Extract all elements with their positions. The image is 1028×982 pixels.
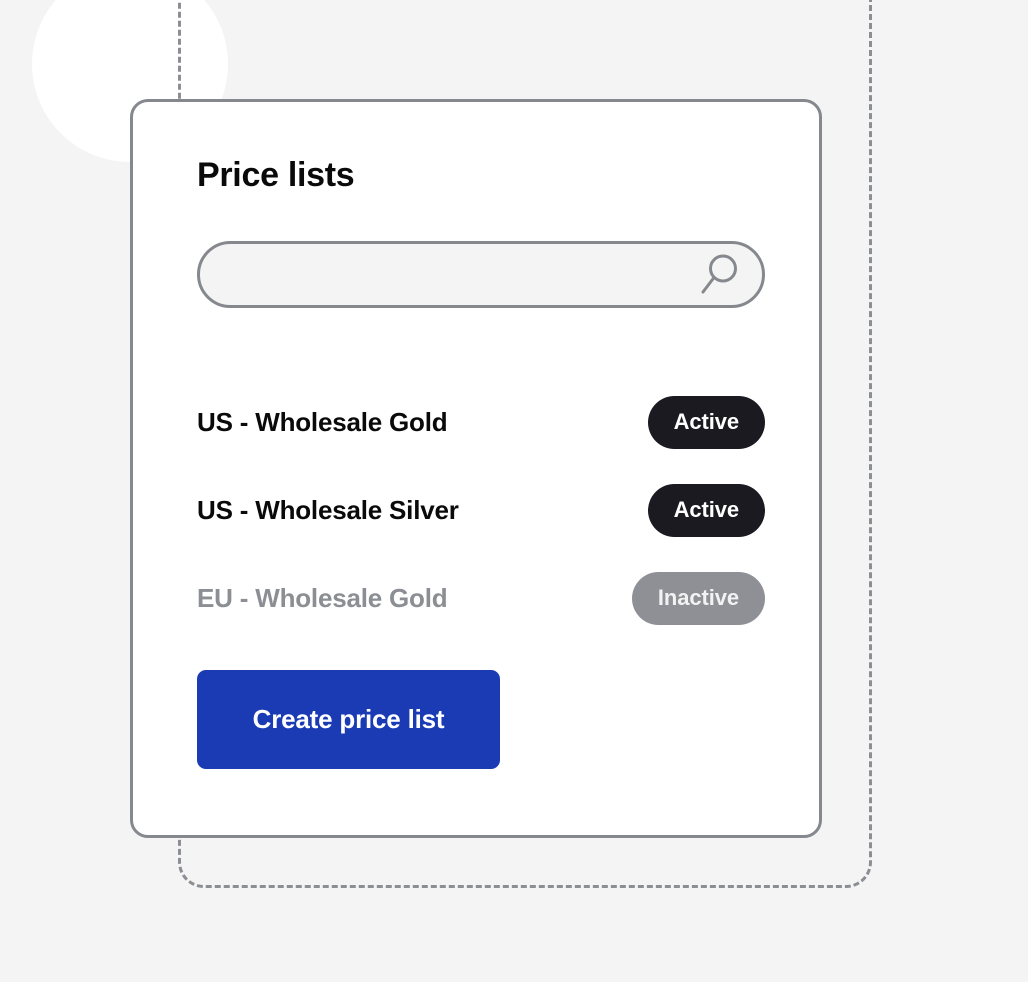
page-title: Price lists — [197, 156, 355, 194]
status-badge: Inactive — [631, 571, 765, 625]
status-badge: Active — [647, 395, 765, 449]
price-list-name: US - Wholesale Gold — [197, 406, 448, 437]
table-row[interactable]: US - Wholesale Gold Active — [197, 378, 765, 466]
create-price-list-button[interactable]: Create price list — [197, 670, 500, 769]
search-field[interactable] — [197, 241, 765, 308]
price-list-name: US - Wholesale Silver — [197, 494, 459, 525]
table-row[interactable]: EU - Wholesale Gold Inactive — [197, 554, 765, 642]
table-row[interactable]: US - Wholesale Silver Active — [197, 466, 765, 554]
price-list-name: EU - Wholesale Gold — [197, 582, 448, 613]
price-list-rows: US - Wholesale Gold Active US - Wholesal… — [197, 378, 765, 642]
status-badge: Active — [647, 483, 765, 537]
search-icon[interactable] — [696, 252, 742, 298]
price-lists-card: Price lists US - Wholesale Gold Active U… — [130, 99, 822, 838]
search-input[interactable] — [226, 244, 696, 305]
